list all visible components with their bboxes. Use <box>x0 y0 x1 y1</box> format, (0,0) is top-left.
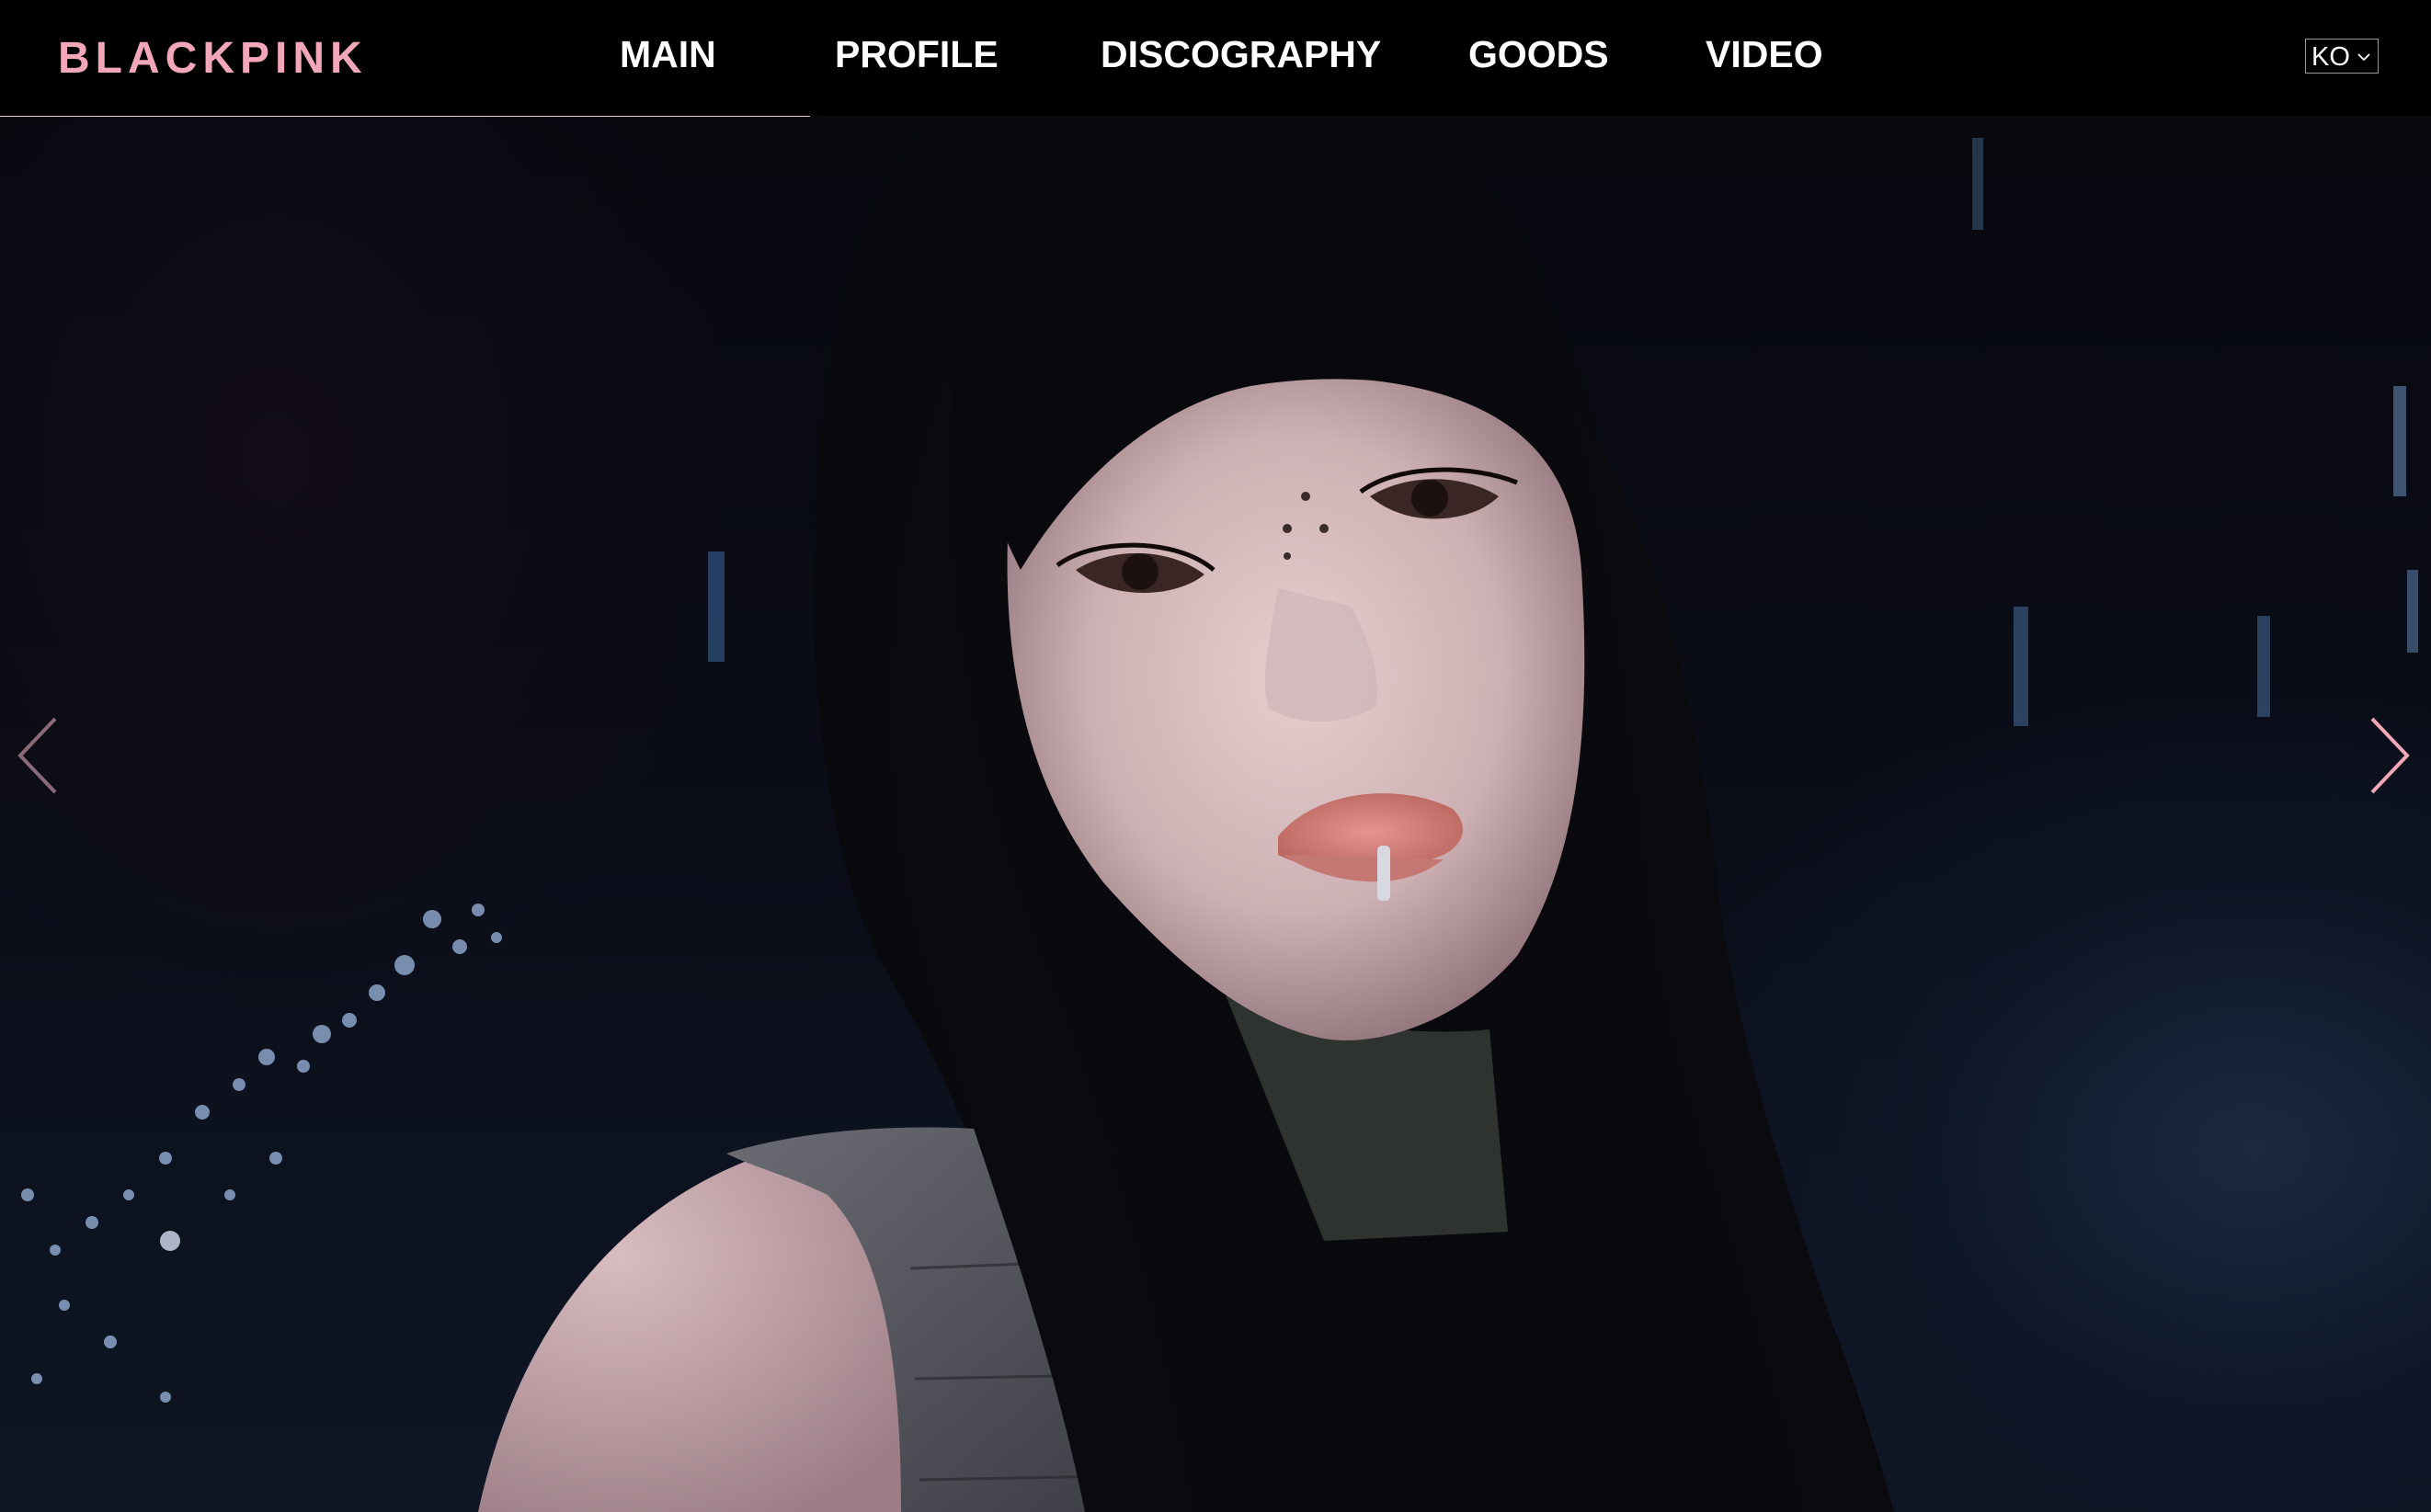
nav-item-discography[interactable]: DISCOGRAPHY <box>1101 28 1381 81</box>
slider-prev-button[interactable] <box>11 710 66 801</box>
nav-item-goods[interactable]: GOODS <box>1468 28 1609 81</box>
portrait-illustration <box>21 108 2418 1512</box>
chevron-right-icon <box>2370 717 2410 794</box>
nav-item-profile[interactable]: PROFILE <box>835 28 999 81</box>
chevron-down-icon <box>2357 53 2370 62</box>
language-select[interactable]: KO <box>2305 39 2379 74</box>
brand-logo[interactable]: BLACKPINK <box>58 35 368 83</box>
hero-slide-image <box>0 0 2431 1512</box>
slider-next-button[interactable] <box>2361 710 2416 801</box>
site-header: BLACKPINK MAIN PROFILE DISCOGRAPHY GOODS… <box>0 0 2431 116</box>
nav-item-video[interactable]: VIDEO <box>1706 28 1823 81</box>
chevron-left-icon <box>17 717 57 794</box>
nav-item-main[interactable]: MAIN <box>620 28 716 81</box>
page: BLACKPINK MAIN PROFILE DISCOGRAPHY GOODS… <box>0 0 2431 1512</box>
language-selected-value: KO <box>2311 42 2350 72</box>
